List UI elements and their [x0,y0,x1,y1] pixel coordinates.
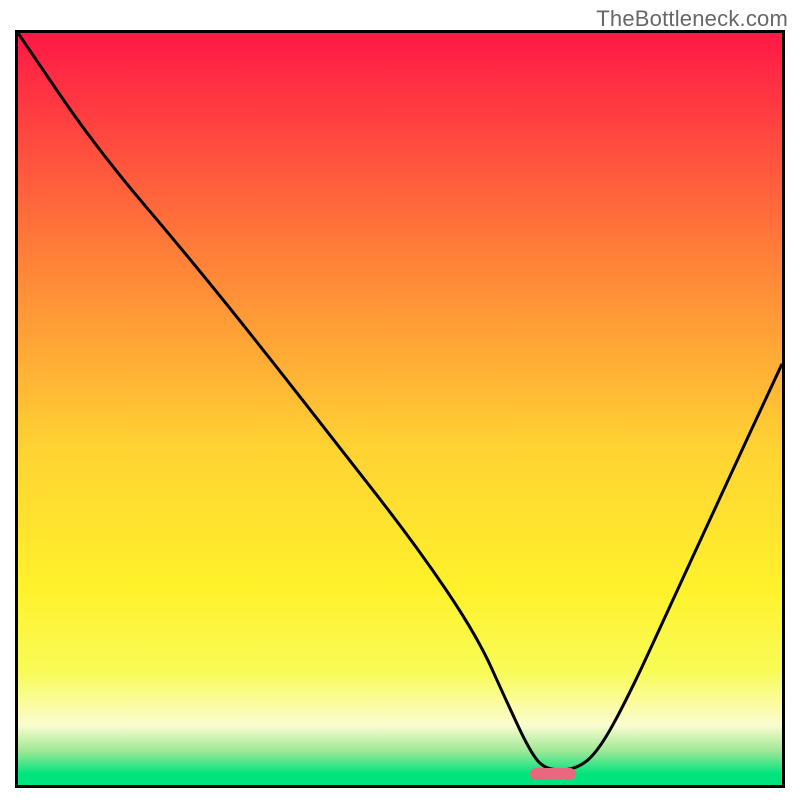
attribution-text: TheBottleneck.com [596,6,788,32]
bottleneck-curve [18,33,782,785]
optimal-zone-marker [530,768,576,780]
curve-path [18,33,782,770]
bottleneck-chart [15,30,785,788]
